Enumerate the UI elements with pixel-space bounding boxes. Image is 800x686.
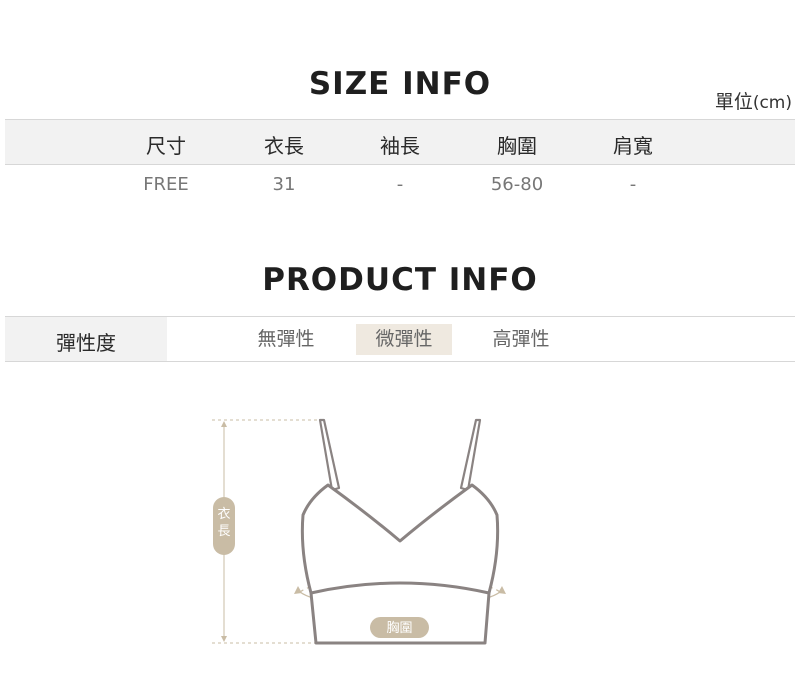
elasticity-option-high: 高彈性 <box>492 328 550 350</box>
elasticity-option-none: 無彈性 <box>257 328 315 350</box>
elasticity-option-slight: 微彈性 <box>356 324 452 355</box>
value-sleeve: - <box>396 174 404 195</box>
size-info-title: SIZE INFO <box>308 66 492 102</box>
elasticity-row: 彈性度 無彈性 微彈性 高彈性 <box>5 316 795 362</box>
header-shoulder: 肩寬 <box>613 134 653 158</box>
header-chest: 胸圍 <box>497 134 537 158</box>
right-strap <box>459 418 482 492</box>
value-chest: 56-80 <box>490 174 544 195</box>
chest-label: 胸圍 <box>386 621 412 636</box>
elasticity-label: 彈性度 <box>56 331 116 355</box>
product-info-title: PRODUCT INFO <box>262 262 538 298</box>
chest-arrow-right <box>498 586 506 594</box>
header-sleeve: 袖長 <box>380 134 420 158</box>
header-size: 尺寸 <box>146 134 186 158</box>
header-length: 衣長 <box>264 134 304 158</box>
value-length: 31 <box>272 174 296 195</box>
unit-paren: (cm) <box>752 93 792 113</box>
length-arrow-top <box>221 421 227 427</box>
garment-diagram: 衣長 胸圍 <box>212 418 506 645</box>
value-size: FREE <box>143 174 189 195</box>
value-shoulder: - <box>629 174 637 195</box>
unit-main: 單位 <box>714 91 753 113</box>
chest-arrow-left <box>294 586 302 594</box>
size-table-row: FREE 31 - 56-80 - <box>5 164 795 208</box>
length-arrow-bottom <box>221 636 227 642</box>
size-table-header: 尺寸 衣長 袖長 胸圍 肩寬 <box>5 119 795 165</box>
unit-label: 單位(cm) <box>715 87 792 114</box>
left-strap <box>318 418 341 492</box>
